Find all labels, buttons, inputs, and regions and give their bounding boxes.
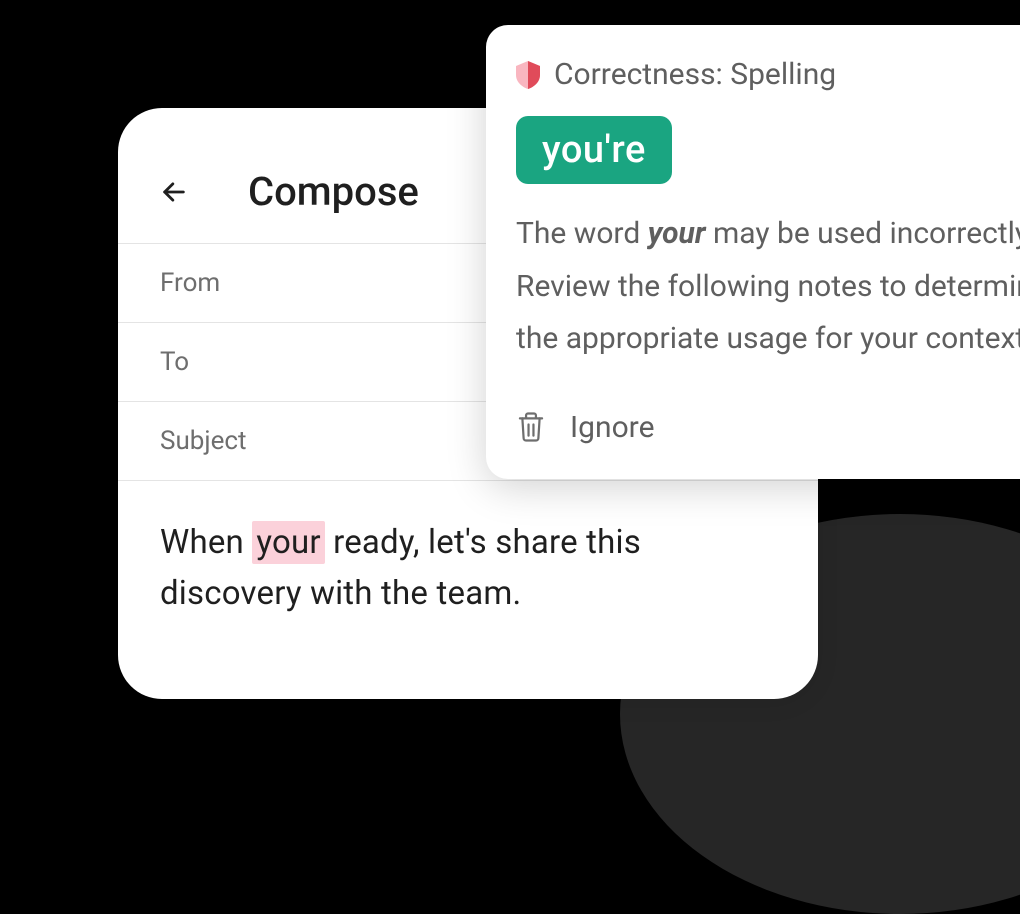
body-input[interactable]: When your ready, let's share this discov…	[118, 481, 818, 639]
back-arrow-icon[interactable]	[160, 178, 188, 206]
suggestion-header: Correctness: Spelling	[516, 57, 1020, 92]
suggestion-desc-em: your	[648, 216, 706, 251]
compose-title: Compose	[248, 168, 419, 215]
suggestion-category: Correctness: Spelling	[554, 57, 836, 92]
to-label: To	[160, 347, 189, 377]
body-text: When your ready, let's share this discov…	[160, 517, 776, 619]
suggestion-popup: Correctness: Spelling you're The word yo…	[486, 25, 1020, 479]
ignore-label: Ignore	[570, 410, 654, 445]
suggestion-desc-before: The word	[516, 216, 648, 251]
suggestion-description: The word your may be used incorrectly. R…	[516, 208, 1020, 366]
from-label: From	[160, 268, 220, 298]
body-text-before: When	[160, 523, 252, 562]
suggestion-replacement-button[interactable]: you're	[516, 116, 672, 184]
highlighted-word[interactable]: your	[252, 521, 324, 564]
ignore-button[interactable]: Ignore	[516, 410, 1020, 445]
subject-label: Subject	[160, 426, 247, 456]
trash-icon	[516, 411, 546, 443]
shield-icon	[516, 61, 540, 89]
